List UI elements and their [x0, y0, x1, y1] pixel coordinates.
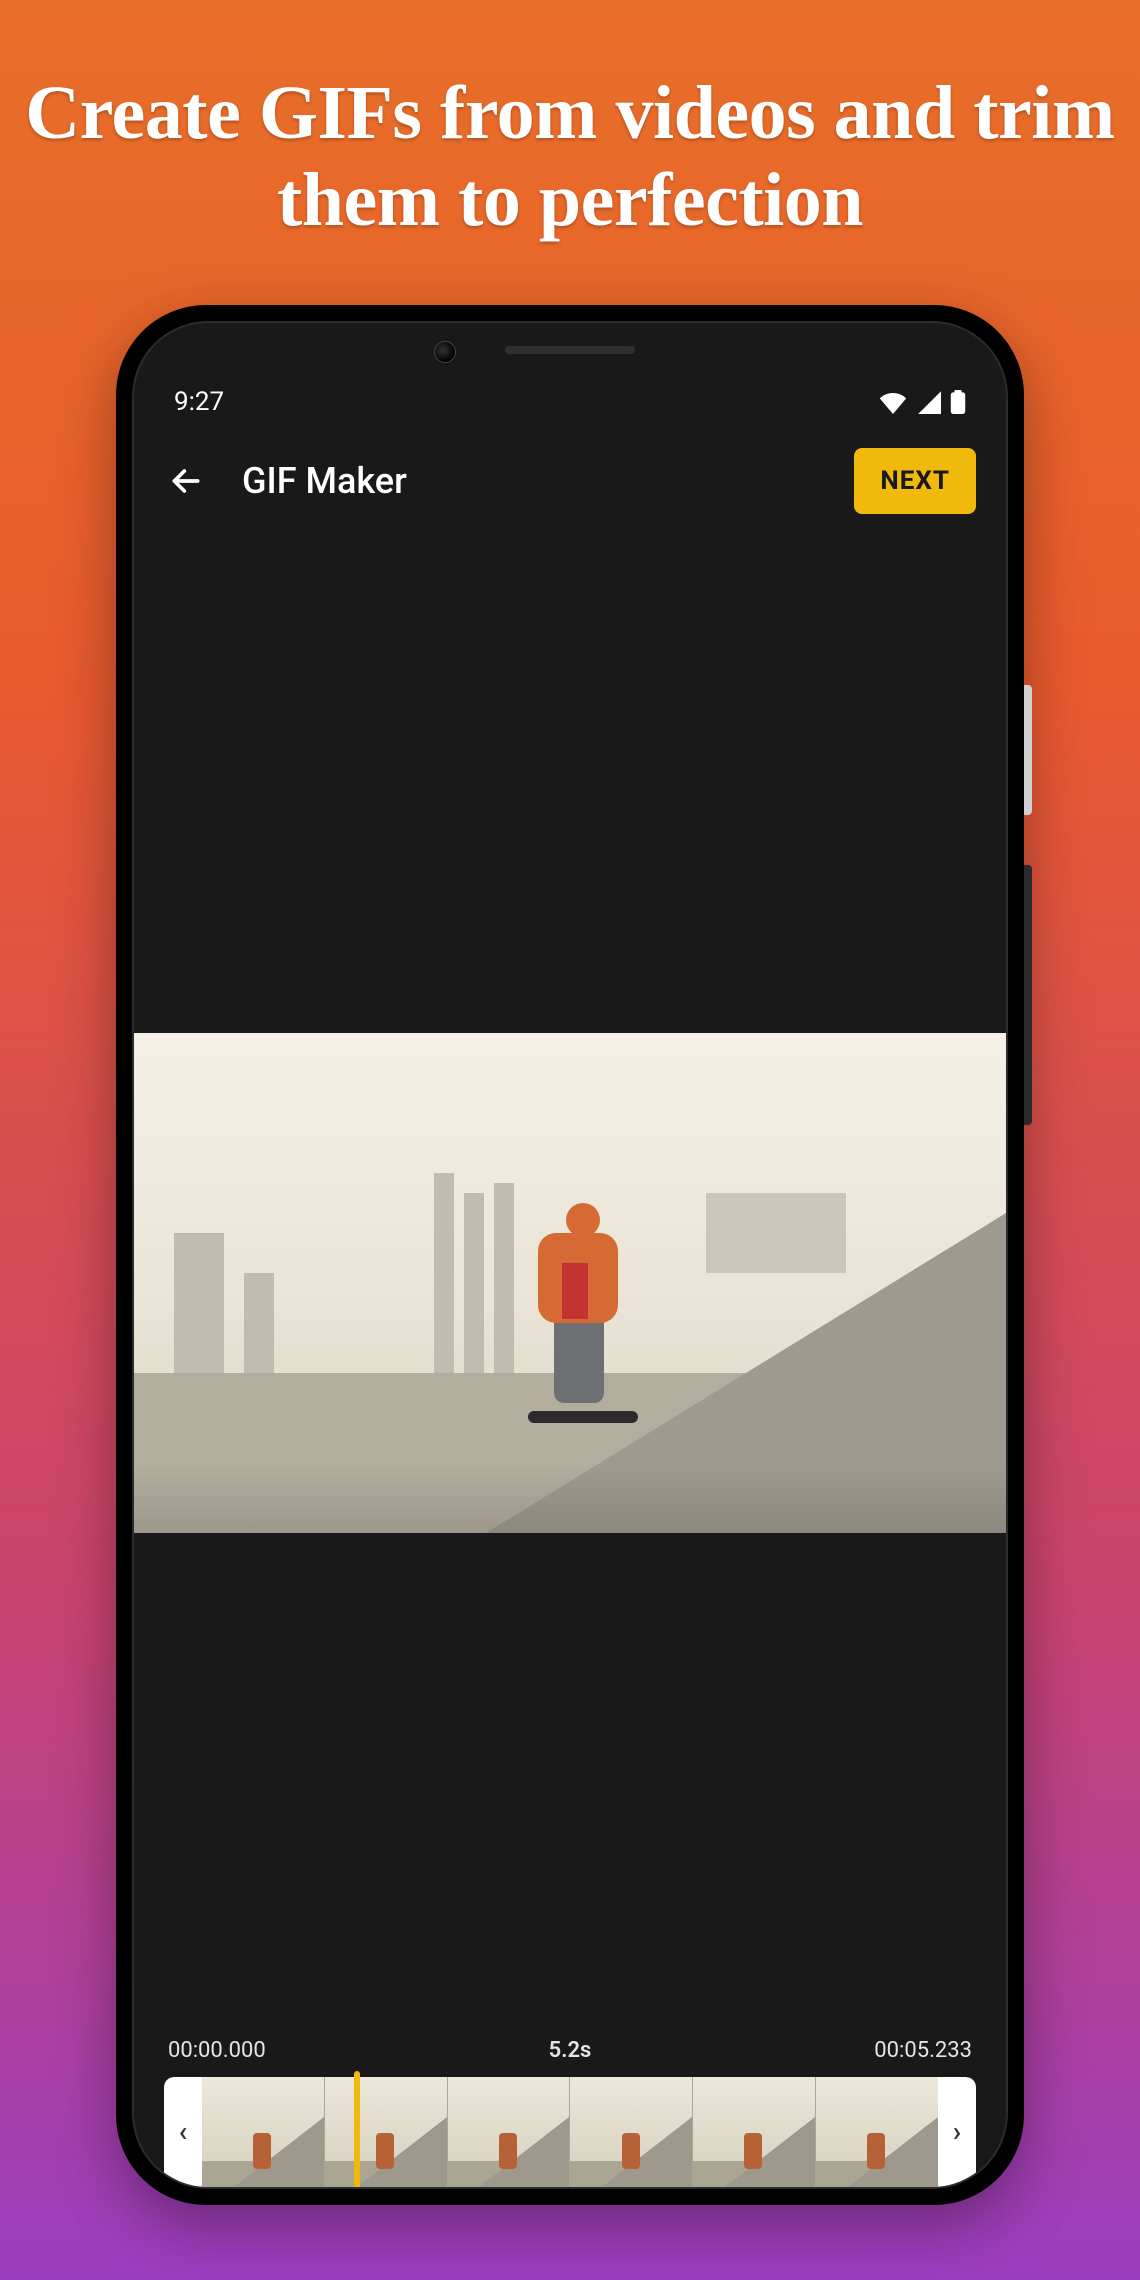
playhead[interactable]: [354, 2071, 360, 2189]
speaker-grille-icon: [505, 346, 635, 354]
back-button[interactable]: [164, 459, 208, 503]
timeline-thumb[interactable]: [325, 2077, 448, 2187]
phone-frame: 9:27 GIF Maker NE: [116, 305, 1024, 2205]
status-time: 9:27: [174, 387, 224, 417]
timeline-thumb[interactable]: [202, 2077, 325, 2187]
battery-full-icon: [950, 390, 966, 414]
phone-power-button: [1024, 685, 1032, 815]
trim-end-time: 00:05.233: [874, 2038, 972, 2063]
phone-notch: [134, 323, 1006, 377]
phone-screen: 9:27 GIF Maker NE: [132, 321, 1008, 2189]
skateboarder-figure: [518, 1193, 638, 1413]
timeline-thumb[interactable]: [693, 2077, 816, 2187]
timeline-thumb[interactable]: [816, 2077, 938, 2187]
trim-handle-left[interactable]: ‹: [164, 2077, 202, 2187]
front-camera-icon: [434, 341, 456, 363]
timeline-thumbnails[interactable]: [202, 2077, 938, 2187]
phone-volume-button: [1024, 865, 1032, 1125]
trim-duration: 5.2s: [549, 2038, 592, 2063]
promo-background: Create GIFs from videos and trim them to…: [0, 0, 1140, 2280]
video-preview-area: [134, 535, 1006, 2032]
timeline-strip[interactable]: ‹ ›: [164, 2077, 976, 2187]
app-bar: GIF Maker NEXT: [134, 427, 1006, 535]
trim-start-time: 00:00.000: [168, 2038, 266, 2063]
timeline-thumb[interactable]: [448, 2077, 571, 2187]
video-preview[interactable]: [134, 1033, 1006, 1533]
cell-signal-icon: [916, 390, 942, 414]
wifi-icon: [878, 390, 908, 414]
trim-controls: 00:00.000 5.2s 00:05.233 ‹: [134, 2032, 1006, 2187]
page-title: GIF Maker: [242, 460, 820, 502]
promo-headline: Create GIFs from videos and trim them to…: [0, 70, 1140, 245]
status-bar: 9:27: [134, 377, 1006, 427]
timeline-thumb[interactable]: [570, 2077, 693, 2187]
trim-handle-right[interactable]: ›: [938, 2077, 976, 2187]
arrow-left-icon: [166, 461, 206, 501]
next-button[interactable]: NEXT: [854, 448, 976, 514]
